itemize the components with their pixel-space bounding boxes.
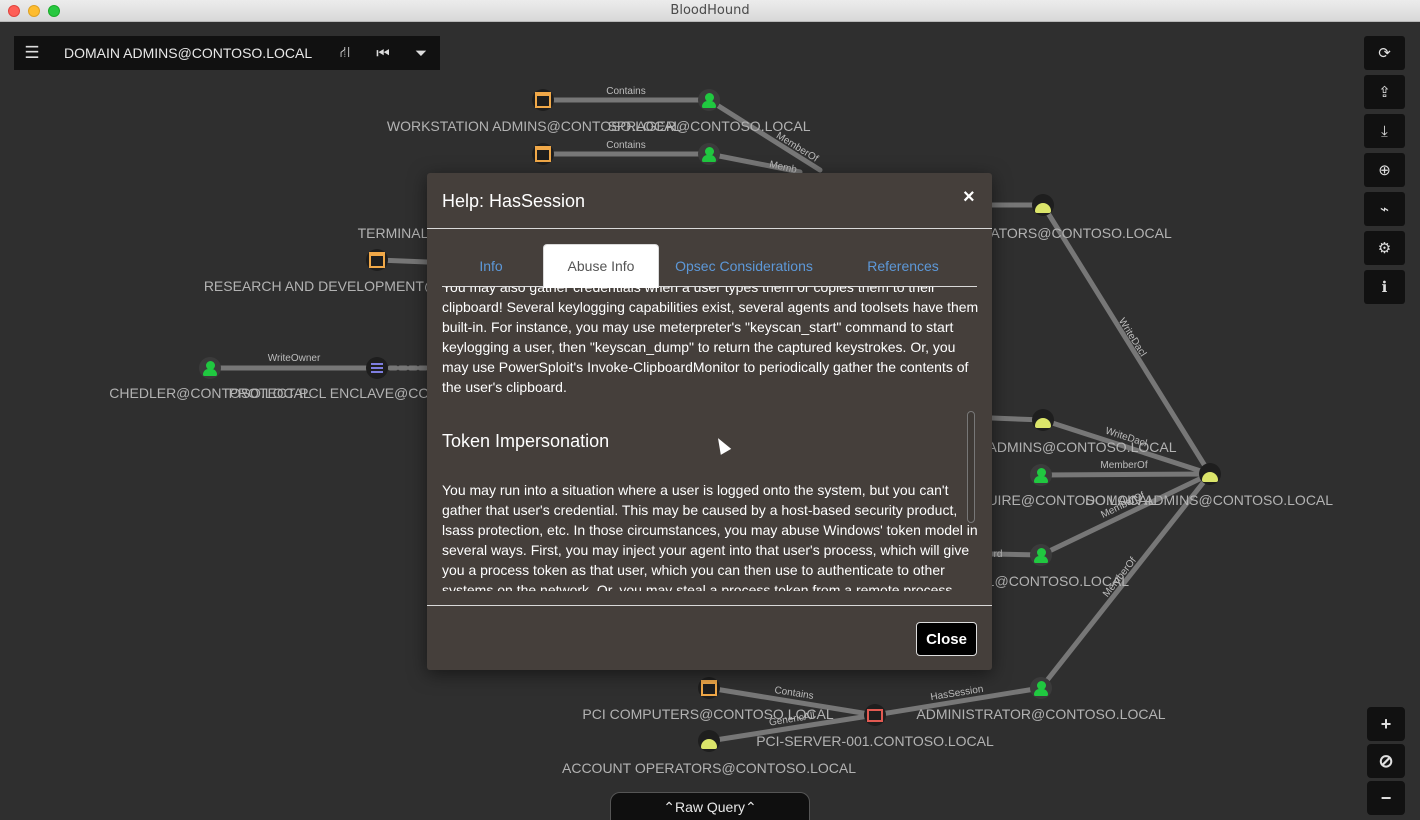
- window-title: BloodHound: [670, 3, 750, 18]
- ou-node-icon[interactable]: [532, 89, 554, 111]
- search-input[interactable]: DOMAIN ADMINS@CONTOSO.LOCAL: [50, 45, 326, 61]
- graph-canvas[interactable]: WORKSTATION ADMINS@CONTOSO.LOCAL SPRAGER…: [0, 22, 1420, 820]
- tab-info[interactable]: Info: [442, 244, 540, 287]
- road-icon[interactable]: ⛙: [326, 44, 364, 63]
- user-node-icon[interactable]: [698, 143, 720, 165]
- export-icon[interactable]: ⇪: [1364, 75, 1405, 109]
- user-node-icon[interactable]: [1030, 544, 1052, 566]
- minus-icon[interactable]: −: [1367, 781, 1405, 815]
- node-label: RATORS@CONTOSO.LOCAL: [980, 225, 1172, 241]
- group-node-icon[interactable]: [698, 730, 720, 752]
- gpo-node-icon[interactable]: [366, 357, 388, 379]
- raw-query-toggle[interactable]: ⌃Raw Query⌃: [610, 792, 810, 820]
- edge-label: MemberOf: [1100, 460, 1148, 471]
- user-node-icon[interactable]: [1030, 464, 1052, 486]
- ban-icon[interactable]: ⊘: [1367, 744, 1405, 778]
- info-icon[interactable]: ℹ: [1364, 270, 1405, 304]
- group-node-icon[interactable]: [1199, 463, 1221, 485]
- user-node-icon[interactable]: [1030, 677, 1052, 699]
- tab-references[interactable]: References: [828, 244, 978, 287]
- refresh-icon[interactable]: ⟳: [1364, 36, 1405, 70]
- computer-node-icon[interactable]: [864, 704, 886, 726]
- group-node-icon[interactable]: [1032, 194, 1054, 216]
- modal-header: Help: HasSession ×: [427, 173, 992, 229]
- edge-label: Contains: [606, 140, 646, 151]
- hamburger-icon[interactable]: ☰: [14, 43, 50, 63]
- search-bar: ☰ DOMAIN ADMINS@CONTOSO.LOCAL ⛙ ⏮ ⏷: [14, 36, 440, 70]
- content-scrollbar[interactable]: [967, 411, 975, 523]
- settings-icon[interactable]: ⚙: [1364, 231, 1405, 265]
- abuse-paragraph: You may run into a situation where a use…: [442, 482, 978, 591]
- modal-tabs: Info Abuse Info Opsec Considerations Ref…: [442, 244, 978, 288]
- upload-icon[interactable]: ⊕: [1364, 153, 1405, 187]
- tab-abuse-info[interactable]: Abuse Info: [543, 244, 659, 288]
- node-label: RESEARCH AND DEVELOPMENT@: [203, 278, 439, 294]
- ou-node-icon[interactable]: [366, 249, 388, 271]
- import-icon[interactable]: ⤓: [1364, 114, 1405, 148]
- section-heading: Token Impersonation: [442, 431, 610, 451]
- tab-opsec-considerations[interactable]: Opsec Considerations: [660, 244, 828, 287]
- modal-footer: Close: [427, 605, 992, 670]
- help-modal: Help: HasSession × Info Abuse Info Opsec…: [427, 173, 992, 670]
- window-titlebar: BloodHound: [0, 0, 1420, 22]
- window-maximize-button[interactable]: [48, 5, 60, 17]
- close-icon[interactable]: ×: [963, 186, 975, 209]
- user-node-icon[interactable]: [698, 89, 720, 111]
- abuse-paragraph: You may also gather credentials when a u…: [442, 287, 979, 395]
- edge-label: WriteOwner: [267, 353, 321, 364]
- edge-label: Contains: [606, 86, 646, 97]
- filter-icon[interactable]: ⏷: [402, 45, 440, 62]
- edge-line: [1038, 471, 1213, 558]
- node-label: ACCOUNT OPERATORS@CONTOSO.LOCAL: [561, 760, 857, 776]
- ou-node-icon[interactable]: [532, 143, 554, 165]
- zoom-controls: + ⊘ −: [1367, 707, 1405, 815]
- chart-icon[interactable]: ⌁: [1364, 192, 1405, 226]
- edge-line: [1038, 471, 1213, 478]
- edge-label: rd: [993, 549, 1003, 560]
- node-label: PROTECT PCL ENCLAVE@CON: [228, 385, 440, 401]
- window-minimize-button[interactable]: [28, 5, 40, 17]
- node-label: ADMINS@CONTOSO.LOCAL: [987, 439, 1177, 455]
- close-button[interactable]: Close: [916, 622, 977, 656]
- node-label: TERMINAL: [357, 225, 429, 241]
- ou-node-icon[interactable]: [698, 677, 720, 699]
- window-close-button[interactable]: [8, 5, 20, 17]
- node-label: PCI-SERVER-001.CONTOSO.LOCAL: [756, 733, 994, 749]
- tool-menu: ⟳ ⇪ ⤓ ⊕ ⌁ ⚙ ℹ: [1364, 36, 1405, 304]
- step-backward-icon[interactable]: ⏮: [364, 45, 402, 62]
- tab-content[interactable]: You may also gather credentials when a u…: [442, 287, 982, 591]
- group-node-icon[interactable]: [1032, 409, 1054, 431]
- modal-title: Help: HasSession: [442, 191, 586, 211]
- plus-icon[interactable]: +: [1367, 707, 1405, 741]
- user-node-icon[interactable]: [199, 357, 221, 379]
- node-label: ADMINISTRATOR@CONTOSO.LOCAL: [916, 706, 1166, 722]
